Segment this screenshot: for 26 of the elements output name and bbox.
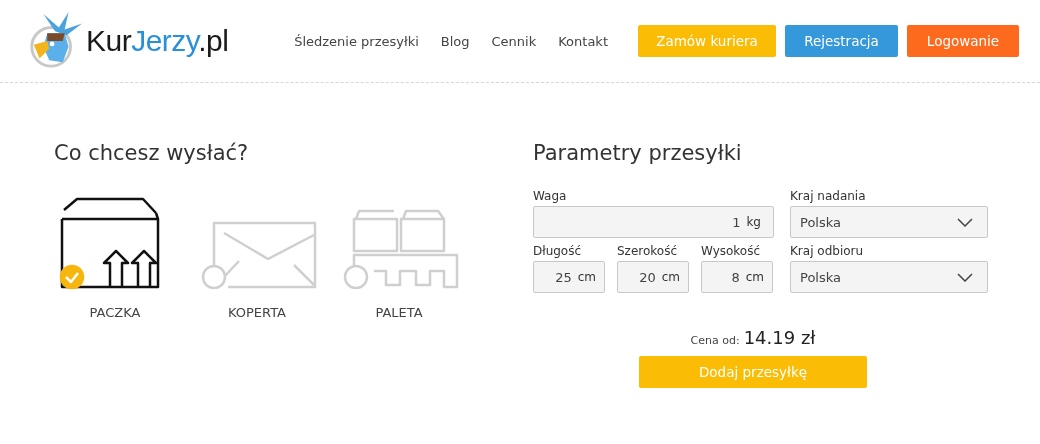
chevron-down-icon [957, 217, 973, 227]
field-label: Wysokość [701, 244, 762, 258]
price-label: Cena od: [690, 334, 740, 347]
option-label: PALETA [375, 305, 423, 320]
field-label: Kraj nadania [790, 189, 867, 203]
dimension-field[interactable]: 25 cm [533, 261, 605, 293]
chevron-down-icon [957, 272, 973, 282]
field-label: Szerokość [617, 244, 679, 258]
option-label: PACZKA [89, 305, 141, 320]
nav-link[interactable]: Cennik [491, 33, 537, 49]
section-title: Parametry przesyłki [533, 141, 743, 165]
nav-link[interactable]: Kontakt [558, 33, 608, 49]
option-label: KOPERTA [228, 305, 286, 320]
field-label: Waga [533, 189, 568, 203]
country-select[interactable]: Polska [790, 206, 988, 238]
dimension-field[interactable]: 8 cm [701, 261, 773, 293]
field-label: Długość [533, 244, 583, 258]
weight-field[interactable]: 1 kg [533, 206, 774, 238]
dimension-field[interactable]: 20 cm [617, 261, 689, 293]
price-value: 14.19 zł [743, 327, 816, 348]
section-title: Co chcesz wysłać? [54, 141, 250, 165]
field-label: Kraj odbioru [790, 244, 865, 258]
nav-link[interactable]: Blog [440, 33, 470, 49]
logo-text: KurJerzy.pl [86, 24, 229, 58]
country-select[interactable]: Polska [790, 261, 988, 293]
nav-link[interactable]: Śledzenie przesyłki [294, 33, 419, 49]
